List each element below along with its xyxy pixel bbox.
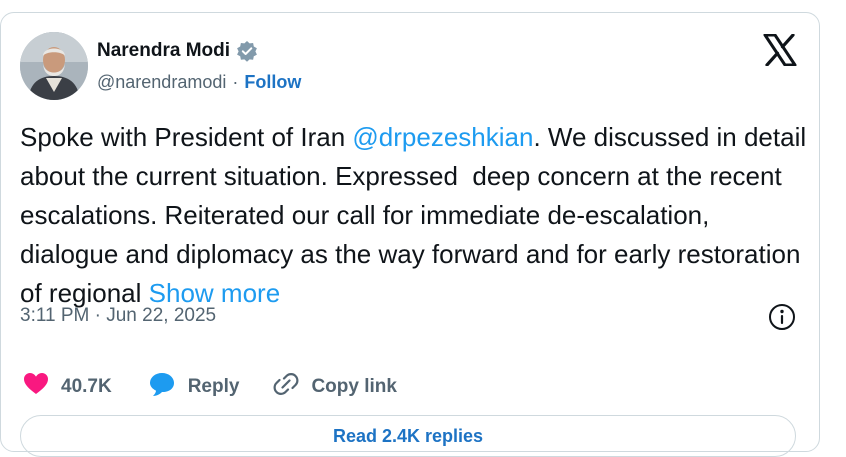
reply-bubble-icon [148, 371, 176, 403]
heart-icon [23, 372, 49, 402]
author-name-row: Narendra Modi [97, 40, 258, 62]
avatar-image [20, 32, 88, 100]
like-button[interactable]: 40.7K [23, 372, 112, 402]
avatar[interactable] [20, 32, 88, 100]
tweet-timestamp[interactable]: 3:11 PM · Jun 22, 2025 [20, 305, 216, 327]
tweet-text-part: Spoke with President of Iran [20, 122, 353, 152]
separator-dot: · [232, 72, 239, 92]
copy-link-label: Copy link [311, 376, 397, 397]
tweet-card: Narendra Modi @narendramodi · Follow Spo… [0, 12, 820, 457]
tweet-text: Spoke with President of Iran @drpezeshki… [20, 118, 810, 313]
read-replies-button[interactable]: Read 2.4K replies [20, 415, 796, 457]
reply-label: Reply [187, 376, 240, 397]
info-icon[interactable] [767, 302, 797, 337]
handle-row: @narendramodi · Follow [97, 72, 301, 93]
link-icon [273, 371, 299, 403]
copy-link-button[interactable]: Copy link [273, 371, 397, 403]
x-logo-icon[interactable] [763, 33, 797, 71]
author-handle[interactable]: @narendramodi [97, 72, 226, 93]
verified-badge-icon [236, 40, 258, 62]
reply-button[interactable]: Reply [148, 371, 240, 403]
read-replies-label: Read 2.4K replies [332, 425, 484, 446]
like-count: 40.7K [61, 376, 112, 397]
mention-link[interactable]: @drpezeshkian [352, 122, 533, 152]
follow-button[interactable]: Follow [244, 72, 301, 93]
author-name[interactable]: Narendra Modi [97, 40, 230, 62]
show-more-link[interactable]: Show more [149, 278, 281, 308]
action-bar: 40.7K Reply Copy link [23, 371, 397, 403]
